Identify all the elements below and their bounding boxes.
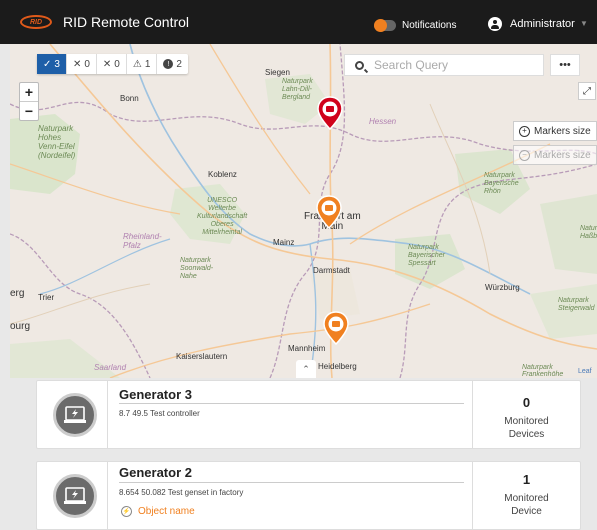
map-attribution[interactable]: Leaf [578, 368, 592, 375]
filter-count: 0 [84, 58, 90, 70]
user-menu-label[interactable]: Administrator [510, 18, 575, 30]
zoom-control: + − [19, 82, 39, 121]
map-label-hessen: Hessen [369, 117, 397, 126]
filter-count: 3 [54, 58, 60, 70]
map-label-np-soonwald: Naturpark Soonwald- Nahe [180, 257, 214, 280]
warning-icon: ⚠ [132, 58, 142, 70]
user-icon[interactable] [488, 17, 502, 31]
filter-warning[interactable]: ⚠ 1 [127, 54, 158, 74]
monitored-label: Monitored Device [504, 493, 549, 517]
filter-count: 2 [176, 58, 182, 70]
check-icon: ✓ [43, 58, 52, 70]
map-label-np-hassberge: Natur Haßbe [580, 225, 597, 240]
device-name[interactable]: Generator 3 [119, 387, 192, 402]
map-label-np-lahn: Naturpark Lahn-Dill- Bergland [282, 78, 313, 101]
status-filter-bar: ✓ 3 ✕ 0 ✕ 0 ⚠ 1 ! 2 [37, 54, 188, 74]
filter-count: 1 [144, 58, 151, 70]
map-view[interactable]: Siegen Bonn Naturpark Lahn-Dill- Berglan… [10, 44, 597, 378]
object-icon: ⚡ [121, 506, 132, 517]
close-icon: ✕ [102, 58, 112, 70]
map-label-wurzburg: Würzburg [485, 283, 520, 292]
map-marker-warning[interactable] [323, 311, 349, 345]
device-description: 8.654 50.082 Test genset in factory [119, 488, 244, 497]
map-label-np-hohes: Naturpark Hohes Venn-Eifel (Nordeifel) [38, 124, 76, 160]
markers-size-increase-button[interactable]: + Markers size [513, 121, 597, 141]
search-icon [355, 60, 364, 70]
rid-logo[interactable]: RID [20, 15, 52, 29]
monitored-label: Monitored Devices [504, 416, 549, 440]
filter-info[interactable]: ! 2 [157, 54, 188, 74]
more-button[interactable]: ••• [550, 54, 580, 76]
device-description: 8.7 49.5 Test controller [119, 409, 200, 418]
markers-size-decrease-button[interactable]: − Markers size [513, 145, 597, 165]
map-label-saarland: Saarland [94, 363, 127, 372]
filter-count: 0 [114, 58, 120, 70]
markers-size-label: Markers size [534, 125, 591, 137]
top-bar: RID RID Remote Control Notifications Adm… [0, 0, 597, 44]
map-label-mannheim: Mannheim [288, 344, 326, 353]
map-label-rheinland: Rheinland- Pfalz [123, 232, 162, 250]
app-title: RID Remote Control [63, 14, 190, 30]
monitored-count: 0 [522, 395, 531, 410]
toggle-knob [374, 19, 387, 32]
card-divider [107, 462, 108, 529]
map-label-siegen: Siegen [265, 68, 290, 77]
map-label-np-steigerwald: Naturpark Steigerwald [558, 297, 595, 312]
device-card[interactable]: Generator 3 8.7 49.5 Test controller 0 M… [36, 380, 581, 449]
device-name[interactable]: Generator 2 [119, 465, 192, 480]
card-divider [107, 381, 108, 448]
map-label-np-rhoen: Naturpark Bayerische Rhön [484, 172, 519, 195]
object-name-link[interactable]: ⚡ Object name [121, 506, 195, 517]
search-box [344, 54, 544, 76]
generator-icon [53, 474, 97, 518]
chevron-down-icon[interactable]: ▼ [580, 19, 588, 28]
notifications-label[interactable]: Notifications [402, 20, 456, 31]
device-card[interactable]: Generator 2 8.654 50.082 Test genset in … [36, 461, 581, 530]
map-marker-alarm[interactable] [317, 96, 343, 130]
object-name-label: Object name [138, 506, 195, 517]
monitored-count: 1 [522, 472, 531, 487]
map-label-kaiserslautern: Kaiserslautern [176, 352, 228, 361]
map-label-darmstadt: Darmstadt [313, 266, 350, 275]
map-label-trier: Trier [38, 293, 55, 302]
map-label-heidelberg: Heidelberg [318, 362, 357, 371]
collapse-map-button[interactable]: ⌃ [296, 360, 316, 378]
zoom-in-button[interactable]: + [20, 83, 38, 102]
map-label-bonn: Bonn [120, 94, 139, 103]
map-label-unesco: UNESCO Welterbe Kulturlandschaft Oberes … [197, 197, 248, 236]
name-divider [119, 482, 464, 483]
map-label-ourg: ourg [10, 321, 31, 332]
close-icon: ✕ [72, 58, 82, 70]
markers-size-label: Markers size [534, 149, 591, 161]
map-label-np-frankenhohe: Naturpark Frankenhöhe [522, 364, 564, 378]
map-label-mainz: Mainz [273, 238, 295, 247]
map-label-koblenz: Koblenz [208, 170, 237, 179]
notifications-toggle[interactable] [374, 19, 396, 32]
filter-offline[interactable]: ✕ 0 [97, 54, 127, 74]
plus-circle-icon: + [519, 125, 530, 137]
map-marker-warning[interactable] [316, 195, 342, 229]
filter-error[interactable]: ✕ 0 [67, 54, 97, 74]
map-label-erg: erg [10, 288, 25, 299]
zoom-out-button[interactable]: − [20, 102, 38, 120]
fullscreen-button[interactable]: ⤢ [578, 82, 596, 100]
generator-icon [53, 393, 97, 437]
filter-ok[interactable]: ✓ 3 [37, 54, 67, 74]
name-divider [119, 403, 464, 404]
alert-circle-icon: ! [163, 59, 174, 69]
map-label-np-spessart: Naturpark Bayerischer Spessart [408, 244, 445, 267]
search-input[interactable] [372, 57, 536, 73]
minus-circle-icon: − [519, 149, 530, 161]
